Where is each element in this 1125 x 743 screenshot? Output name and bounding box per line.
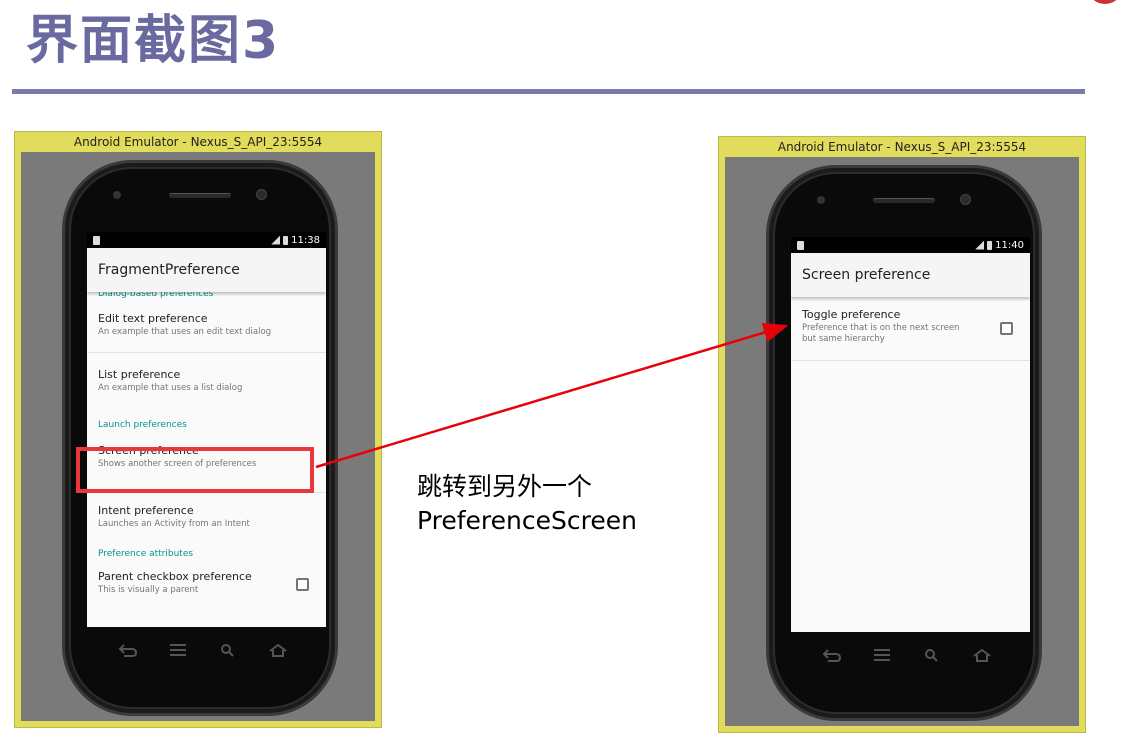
left-emulator-window: Android Emulator - Nexus_S_API_23:5554 1… — [14, 131, 382, 728]
speaker-grille — [169, 193, 231, 198]
emulator-viewport: 11:40 Screen preference Toggle preferenc… — [725, 157, 1079, 726]
nav-bar — [807, 640, 1007, 670]
corner-logo — [1087, 0, 1123, 4]
front-camera-icon — [256, 189, 267, 200]
home-icon[interactable] — [972, 648, 992, 662]
slide-title: 界面截图3 — [26, 11, 281, 71]
sensor-dot — [817, 196, 825, 204]
pref-intent[interactable]: Intent preference Launches an Activity f… — [87, 493, 326, 543]
pref-toggle[interactable]: Toggle preference Preference that is on … — [791, 297, 1030, 361]
status-time: 11:38 — [291, 234, 320, 246]
signal-icon — [975, 240, 985, 250]
pref-title: Edit text preference — [98, 312, 208, 325]
battery-icon — [987, 240, 993, 250]
signal-icon — [271, 235, 281, 245]
status-bar: 11:38 — [87, 232, 326, 248]
title-divider — [12, 89, 1085, 94]
app-bar-title: FragmentPreference — [87, 248, 326, 292]
emulator-title-bar[interactable]: Android Emulator - Nexus_S_API_23:5554 — [15, 132, 381, 152]
parent-checkbox[interactable] — [296, 578, 309, 591]
menu-icon[interactable] — [872, 648, 892, 662]
phone-body: 11:40 Screen preference Toggle preferenc… — [766, 165, 1042, 721]
pref-title: Parent checkbox preference — [98, 570, 252, 583]
search-icon[interactable] — [922, 648, 942, 662]
sd-card-icon — [93, 235, 100, 245]
caption-line-2: PreferenceScreen — [417, 506, 637, 535]
pref-title: List preference — [98, 368, 181, 381]
screen-preference-highlight — [76, 447, 314, 493]
pref-list[interactable]: List preference An example that uses a l… — [87, 353, 326, 409]
right-emulator-window: Android Emulator - Nexus_S_API_23:5554 1… — [718, 136, 1086, 733]
emulator-viewport: 11:38 FragmentPreference Dialog-based pr… — [21, 152, 375, 721]
status-bar: 11:40 — [791, 237, 1030, 253]
phone-display: 11:40 Screen preference Toggle preferenc… — [791, 237, 1030, 632]
back-icon[interactable] — [822, 648, 842, 662]
pref-summary: An example that uses a list dialog — [98, 383, 243, 393]
phone-display: 11:38 FragmentPreference Dialog-based pr… — [87, 232, 326, 627]
caption: 跳转到另外一个 PreferenceScreen — [417, 470, 637, 538]
pref-summary: Launches an Activity from an Intent — [98, 519, 250, 529]
category-dialog-based: Dialog-based preferences — [98, 292, 214, 299]
pref-summary-line2: but same hierarchy — [802, 334, 885, 344]
toggle-checkbox[interactable] — [1000, 321, 1013, 335]
front-camera-icon — [960, 194, 971, 205]
pref-summary: This is visually a parent — [98, 585, 199, 595]
pref-title: Intent preference — [98, 504, 194, 517]
emulator-title-bar[interactable]: Android Emulator - Nexus_S_API_23:5554 — [719, 137, 1085, 157]
pref-edit-text[interactable]: Edit text preference An example that use… — [87, 304, 326, 353]
app-bar-title: Screen preference — [791, 253, 1030, 297]
phone-body: 11:38 FragmentPreference Dialog-based pr… — [62, 160, 338, 716]
pref-title: Toggle preference — [802, 308, 901, 321]
slide: 界面截图3 Android Emulator - Nexus_S_API_23:… — [0, 0, 1125, 743]
battery-icon — [283, 235, 289, 245]
pref-parent-checkbox[interactable]: Parent checkbox preference This is visua… — [87, 565, 326, 605]
home-icon[interactable] — [268, 643, 288, 657]
sensor-dot — [113, 191, 121, 199]
search-icon[interactable] — [218, 643, 238, 657]
back-icon[interactable] — [118, 643, 138, 657]
category-attributes: Preference attributes — [98, 549, 194, 559]
preference-list[interactable]: Toggle preference Preference that is on … — [791, 297, 1030, 361]
category-launch: Launch preferences — [98, 420, 187, 430]
menu-icon[interactable] — [168, 643, 188, 657]
speaker-grille — [873, 198, 935, 203]
caption-line-1: 跳转到另外一个 — [417, 472, 593, 501]
pref-summary-line1: Preference that is on the next screen — [802, 323, 960, 333]
nav-bar — [103, 635, 303, 665]
sd-card-icon — [797, 240, 804, 250]
pref-summary: An example that uses an edit text dialog — [98, 327, 272, 337]
status-time: 11:40 — [995, 239, 1024, 251]
